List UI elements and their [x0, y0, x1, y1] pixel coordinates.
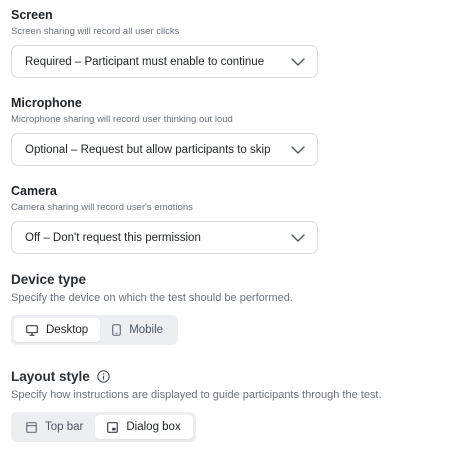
- device-option-mobile[interactable]: Mobile: [100, 318, 175, 342]
- device-type-help: Specify the device on which the test sho…: [11, 292, 293, 304]
- microphone-help: Microphone sharing will record user thin…: [11, 114, 233, 125]
- permissions-settings-panel: Screen Screen sharing will record all us…: [0, 0, 475, 457]
- chevron-down-icon: [291, 57, 305, 66]
- chevron-down-icon: [291, 233, 305, 242]
- layout-option-top-bar[interactable]: Top bar: [14, 415, 95, 439]
- microphone-label: Microphone: [11, 96, 82, 110]
- screen-label: Screen: [11, 8, 53, 22]
- device-option-desktop[interactable]: Desktop: [14, 318, 101, 342]
- top-bar-icon: [26, 421, 37, 433]
- chevron-down-icon: [291, 145, 305, 154]
- layout-style-setting: Layout style Specify how instructions ar…: [11, 369, 382, 442]
- screen-select-value: Required – Participant must enable to co…: [25, 55, 265, 68]
- screen-select[interactable]: Required – Participant must enable to co…: [11, 45, 318, 78]
- info-icon[interactable]: [97, 370, 110, 383]
- microphone-select[interactable]: Optional – Request but allow participant…: [11, 133, 318, 166]
- device-option-desktop-label: Desktop: [46, 324, 89, 336]
- camera-select[interactable]: Off – Don't request this permission: [11, 221, 318, 254]
- camera-setting: Camera Camera sharing will record user's…: [11, 184, 318, 254]
- monitor-icon: [26, 324, 38, 336]
- layout-option-top-bar-label: Top bar: [45, 421, 84, 433]
- screen-setting: Screen Screen sharing will record all us…: [11, 8, 318, 78]
- device-option-mobile-label: Mobile: [129, 324, 164, 336]
- layout-style-label: Layout style: [11, 369, 90, 384]
- layout-style-heading: Layout style: [11, 369, 382, 384]
- layout-option-dialog-box-label: Dialog box: [126, 421, 181, 433]
- device-type-label: Device type: [11, 272, 87, 287]
- phone-icon: [112, 324, 122, 336]
- microphone-select-value: Optional – Request but allow participant…: [25, 143, 271, 156]
- screen-help: Screen sharing will record all user clic…: [11, 26, 180, 37]
- camera-select-value: Off – Don't request this permission: [25, 231, 201, 244]
- dialog-box-icon: [107, 421, 119, 433]
- device-type-setting: Device type Specify the device on which …: [11, 272, 293, 345]
- device-type-toggle: Desktop Mobile: [11, 315, 179, 345]
- microphone-setting: Microphone Microphone sharing will recor…: [11, 96, 318, 166]
- layout-style-toggle: Top bar Dialog box: [11, 412, 196, 442]
- layout-option-dialog-box[interactable]: Dialog box: [95, 415, 193, 439]
- camera-label: Camera: [11, 184, 57, 198]
- layout-style-help: Specify how instructions are displayed t…: [11, 389, 382, 401]
- camera-help: Camera sharing will record user's emotio…: [11, 202, 193, 213]
